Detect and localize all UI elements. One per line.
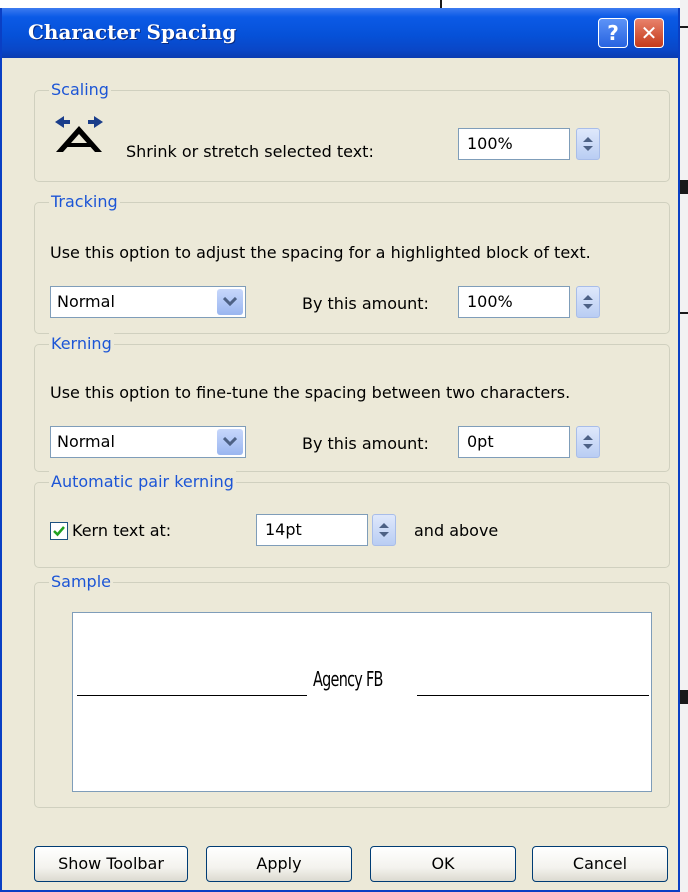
scaling-text: Shrink or stretch selected text:: [126, 142, 374, 161]
title-bar[interactable]: Character Spacing ? ✕: [2, 8, 678, 58]
kern-text-suffix: and above: [414, 521, 499, 540]
tracking-amount-value: 100%: [467, 292, 513, 311]
help-button[interactable]: ?: [598, 18, 628, 48]
kerning-group-label: Kerning: [49, 333, 114, 355]
chevron-down-icon: [223, 437, 237, 447]
kern-text-value: 14pt: [265, 520, 302, 539]
background-line: [680, 690, 688, 704]
kerning-dropdown[interactable]: Normal: [50, 426, 246, 458]
spinner-arrows-icon: [583, 137, 593, 151]
tracking-dropdown[interactable]: Normal: [50, 286, 246, 318]
background-line: [680, 26, 688, 28]
show-toolbar-button[interactable]: Show Toolbar: [34, 846, 188, 882]
tracking-dropdown-value: Normal: [57, 292, 115, 311]
help-icon: ?: [607, 21, 619, 45]
background-line: [440, 0, 442, 8]
kerning-amount-spinner[interactable]: [576, 426, 600, 458]
background-window-edge: [680, 0, 688, 892]
scaling-group: Scaling: [34, 79, 670, 182]
spinner-arrows-icon: [583, 295, 593, 309]
scaling-value: 100%: [467, 134, 513, 153]
sample-preview: Agency FB: [72, 612, 652, 792]
character-spacing-dialog: Character Spacing ? ✕ Scaling Shrink or …: [0, 8, 680, 892]
chevron-down-icon: [223, 297, 237, 307]
close-icon: ✕: [640, 21, 658, 45]
ok-button[interactable]: OK: [370, 846, 516, 882]
kerning-dropdown-value: Normal: [57, 432, 115, 451]
tracking-amount-spinner[interactable]: [576, 286, 600, 318]
checkmark-icon: [53, 526, 65, 537]
tracking-amount-label: By this amount:: [302, 294, 429, 313]
sample-group-label: Sample: [49, 571, 113, 593]
kern-text-checkbox[interactable]: [50, 522, 68, 540]
kerning-amount-label: By this amount:: [302, 434, 429, 453]
kern-text-label: Kern text at:: [72, 521, 172, 540]
baseline-left: [77, 695, 307, 696]
baseline-right: [417, 695, 649, 696]
sample-font-text: Agency FB: [313, 667, 383, 691]
spinner-arrows-icon: [583, 435, 593, 449]
scaling-group-label: Scaling: [49, 79, 111, 101]
kern-text-input[interactable]: 14pt: [256, 514, 368, 546]
background-line: [680, 180, 688, 194]
dialog-title: Character Spacing: [28, 20, 237, 44]
kern-text-spinner[interactable]: [372, 514, 396, 546]
auto-kerning-group-label: Automatic pair kerning: [49, 471, 236, 493]
background-line: [680, 312, 688, 314]
kerning-dropdown-button[interactable]: [217, 429, 243, 455]
kerning-amount-value: 0pt: [467, 432, 494, 451]
tracking-description: Use this option to adjust the spacing fo…: [50, 243, 591, 262]
scaling-spinner[interactable]: [576, 128, 600, 160]
stretch-text-icon: [55, 116, 103, 152]
apply-button[interactable]: Apply: [206, 846, 352, 882]
tracking-amount-input[interactable]: 100%: [458, 286, 570, 318]
kerning-amount-input[interactable]: 0pt: [458, 426, 570, 458]
tracking-dropdown-button[interactable]: [217, 289, 243, 315]
tracking-group-label: Tracking: [49, 191, 120, 213]
kerning-description: Use this option to fine-tune the spacing…: [50, 383, 571, 402]
close-button[interactable]: ✕: [634, 18, 664, 48]
scaling-input[interactable]: 100%: [458, 128, 570, 160]
spinner-arrows-icon: [379, 523, 389, 537]
cancel-button[interactable]: Cancel: [532, 846, 668, 882]
